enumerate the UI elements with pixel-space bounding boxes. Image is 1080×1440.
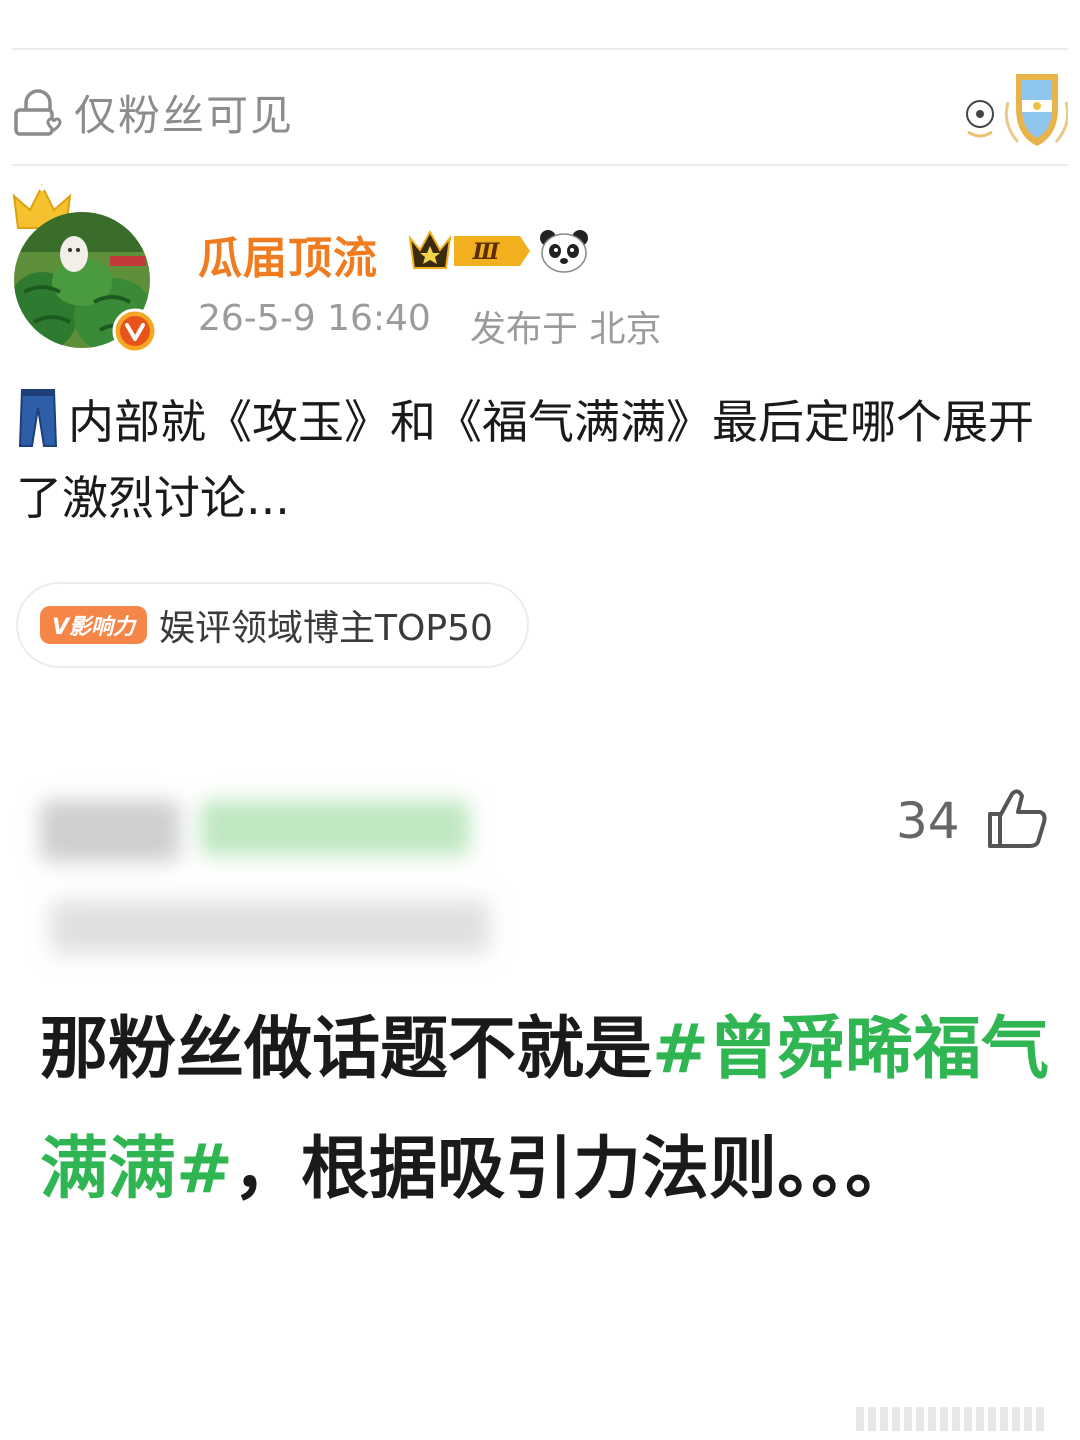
watermark-bar bbox=[856, 1406, 1066, 1432]
verified-icon bbox=[112, 308, 158, 354]
thumbs-up-icon[interactable] bbox=[984, 786, 1050, 852]
visibility-row: 仅粉丝可见 bbox=[12, 52, 1068, 164]
comment-like-count: 34 bbox=[896, 792, 960, 850]
membership-level-badge[interactable]: Ⅲ bbox=[408, 228, 532, 274]
football-shield-badge-icon bbox=[966, 74, 1068, 146]
panda-icon bbox=[540, 230, 588, 273]
lock-heart-icon bbox=[14, 89, 62, 136]
influence-text: 娱评领域博主TOP50 bbox=[159, 608, 493, 649]
v-influence-badge: V影响力 bbox=[40, 606, 148, 644]
comment-text-before: 那粉丝做话题不就是 bbox=[40, 1010, 653, 1089]
post-time: 26-5-9 16:40 bbox=[198, 298, 431, 339]
commenter-name-blurred[interactable] bbox=[40, 800, 180, 862]
level-badge-text: Ⅲ bbox=[472, 239, 501, 265]
post-location: 发布于 北京 bbox=[470, 309, 662, 350]
author-name[interactable]: 瓜届顶流 bbox=[198, 222, 378, 286]
influence-tag[interactable]: V影响力 娱评领域博主TOP50 bbox=[16, 582, 529, 668]
comment-meta-blurred bbox=[50, 900, 490, 954]
author-avatar-group[interactable] bbox=[12, 184, 162, 354]
jeans-icon bbox=[18, 389, 58, 447]
visibility-label: 仅粉丝可见 bbox=[74, 91, 295, 140]
section-divider bbox=[12, 164, 1068, 166]
commenter-badge-blurred bbox=[200, 800, 470, 856]
top-divider bbox=[12, 48, 1068, 50]
post-text: 内部就《攻玉》和《福气满满》最后定哪个展开了激烈讨论... bbox=[16, 384, 1072, 536]
post-text-content: 内部就《攻玉》和《福气满满》最后定哪个展开了激烈讨论... bbox=[16, 395, 1034, 525]
comment-text-after: ，根据吸引力法则。。。 bbox=[232, 1130, 913, 1209]
comment-text: 那粉丝做话题不就是#曾舜晞福气满满#，根据吸引力法则。。。 bbox=[40, 990, 1060, 1230]
